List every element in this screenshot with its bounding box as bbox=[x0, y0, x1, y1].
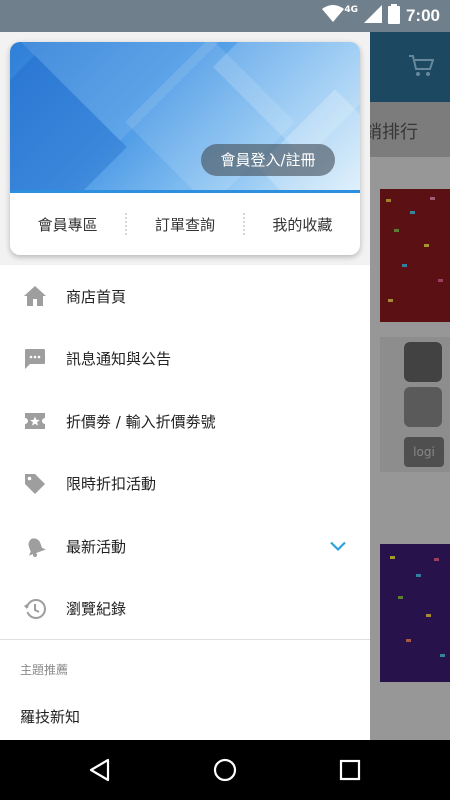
status-bar: 4G 7:00 bbox=[0, 0, 450, 32]
home-icon bbox=[23, 284, 47, 308]
bell-icon bbox=[23, 534, 47, 558]
network-type: 4G bbox=[344, 5, 358, 15]
menu-item-label: 瀏覽紀錄 bbox=[66, 600, 127, 619]
status-time: 7:00 bbox=[405, 6, 440, 25]
menu-item-notifications[interactable]: 訊息通知與公告 bbox=[0, 328, 370, 391]
menu-item-store-home[interactable]: 商店首頁 bbox=[0, 265, 370, 328]
system-nav-bar bbox=[0, 740, 450, 800]
member-links: 會員專區 訂單查詢 我的收藏 bbox=[10, 193, 360, 255]
drawer-menu: 商店首頁 訊息通知與公告 折價劵 / 輸入折價劵號 限時折扣活動 最新活動 瀏覽… bbox=[0, 265, 370, 640]
menu-item-browsing-history[interactable]: 瀏覽紀錄 bbox=[0, 578, 370, 641]
home-button[interactable] bbox=[210, 755, 240, 785]
coupon-icon bbox=[23, 409, 47, 433]
menu-item-coupons[interactable]: 折價劵 / 輸入折價劵號 bbox=[0, 390, 370, 453]
message-icon bbox=[23, 347, 47, 371]
signal-icon bbox=[363, 5, 382, 27]
back-button[interactable] bbox=[84, 755, 114, 785]
tag-icon bbox=[23, 472, 47, 496]
history-icon bbox=[23, 597, 47, 621]
drawer-header: 會員登入/註冊 會員專區 訂單查詢 我的收藏 bbox=[0, 32, 370, 265]
member-card: 會員登入/註冊 會員專區 訂單查詢 我的收藏 bbox=[10, 42, 360, 255]
menu-item-label: 折價劵 / 輸入折價劵號 bbox=[66, 412, 216, 431]
recents-button[interactable] bbox=[335, 755, 365, 785]
login-register-button[interactable]: 會員登入/註冊 bbox=[201, 144, 335, 176]
wifi-icon bbox=[322, 5, 345, 27]
chevron-down-icon[interactable] bbox=[330, 537, 346, 556]
drawer-scrim[interactable] bbox=[370, 32, 450, 740]
member-zone-link[interactable]: 會員專區 bbox=[10, 214, 125, 235]
menu-item-flash-sale[interactable]: 限時折扣活動 bbox=[0, 453, 370, 516]
member-banner: 會員登入/註冊 bbox=[10, 42, 360, 190]
battery-icon bbox=[387, 4, 400, 28]
navigation-drawer: 會員登入/註冊 會員專區 訂單查詢 我的收藏 商店首頁 訊息通知與公告 折價劵 … bbox=[0, 32, 370, 740]
my-favorites-link[interactable]: 我的收藏 bbox=[245, 214, 360, 235]
menu-item-label: 限時折扣活動 bbox=[66, 475, 157, 494]
menu-item-latest-events[interactable]: 最新活動 bbox=[0, 515, 370, 578]
section-title: 主題推薦 bbox=[20, 663, 69, 677]
section-item-logitech-news[interactable]: 羅技新知 bbox=[20, 706, 80, 727]
menu-item-label: 訊息通知與公告 bbox=[66, 350, 172, 369]
order-inquiry-link[interactable]: 訂單查詢 bbox=[127, 214, 242, 235]
menu-divider bbox=[0, 639, 370, 640]
menu-item-label: 最新活動 bbox=[66, 537, 127, 556]
menu-item-label: 商店首頁 bbox=[66, 287, 127, 306]
